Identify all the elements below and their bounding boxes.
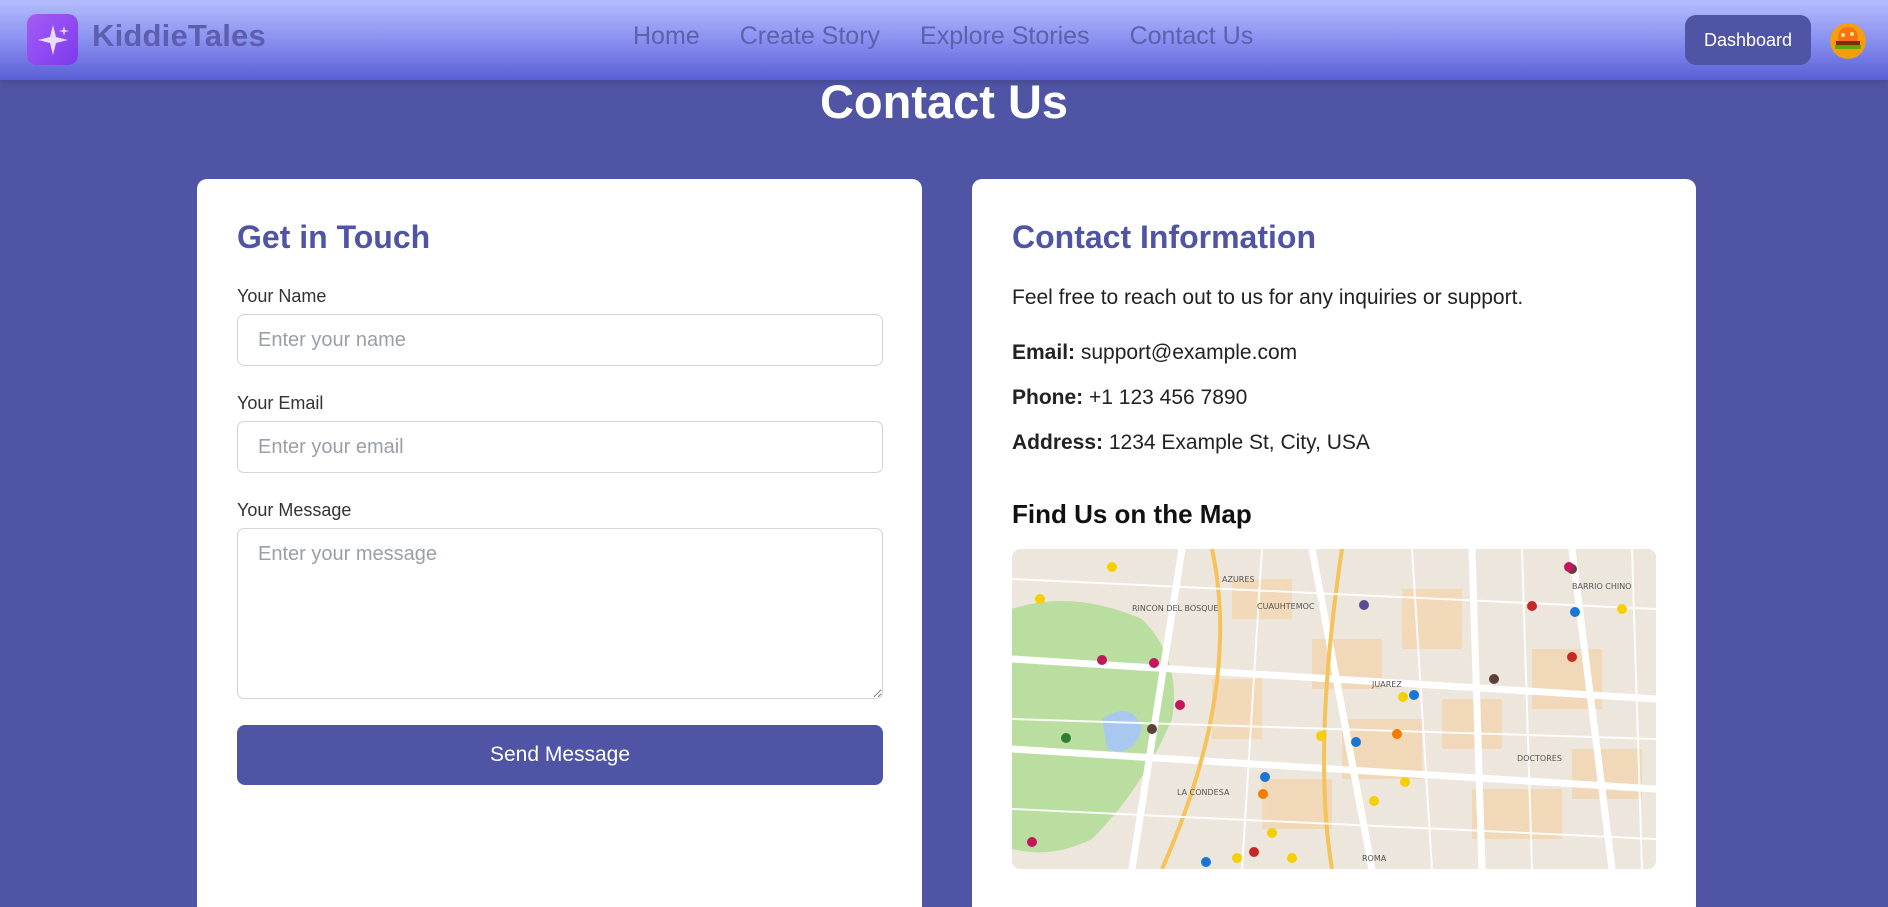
contact-info-card: Contact Information Feel free to reach o… bbox=[972, 179, 1696, 907]
dashboard-button[interactable]: Dashboard bbox=[1685, 15, 1811, 65]
name-input[interactable] bbox=[237, 314, 883, 366]
map-label: LA CONDESA bbox=[1177, 788, 1230, 797]
logo[interactable] bbox=[27, 14, 78, 65]
info-heading: Contact Information bbox=[1012, 219, 1316, 255]
sparkle-icon bbox=[37, 24, 69, 55]
map-label: AZURES bbox=[1222, 575, 1255, 584]
avatar-image bbox=[1830, 23, 1866, 59]
map-label: BARRIO CHINO bbox=[1572, 582, 1632, 591]
nav-contact-us[interactable]: Contact Us bbox=[1130, 22, 1254, 51]
contact-form-card: Get in Touch Your Name Your Email Your M… bbox=[197, 179, 922, 907]
form-heading: Get in Touch bbox=[237, 219, 431, 255]
map-label: CUAUHTEMOC bbox=[1257, 602, 1315, 611]
email-label: Email: bbox=[1012, 341, 1076, 364]
page-title: Contact Us bbox=[819, 75, 1069, 128]
map-label: DOCTORES bbox=[1517, 754, 1562, 763]
map-label: ROMA bbox=[1362, 854, 1387, 863]
phone-label: Phone: bbox=[1012, 386, 1084, 409]
map-label: JUAREZ bbox=[1371, 680, 1402, 689]
address-value: 1234 Example St, City, USA bbox=[1108, 431, 1370, 454]
send-message-button[interactable]: Send Message bbox=[237, 725, 883, 785]
location-map[interactable]: RINCON DEL BOSQUE CUAUHTEMOC JUAREZ LA C… bbox=[1012, 549, 1656, 869]
top-navbar: KiddieTales Home Create Story Explore St… bbox=[0, 0, 1888, 80]
name-label: Your Name bbox=[237, 286, 327, 306]
message-textarea[interactable] bbox=[237, 528, 883, 699]
nav-home[interactable]: Home bbox=[633, 22, 700, 51]
info-address: Address: 1234 Example St, City, USA bbox=[1012, 431, 1370, 455]
message-label: Your Message bbox=[237, 500, 352, 520]
map-image: RINCON DEL BOSQUE CUAUHTEMOC JUAREZ LA C… bbox=[1012, 549, 1656, 869]
info-email: Email: support@example.com bbox=[1012, 341, 1297, 365]
nav-create-story[interactable]: Create Story bbox=[740, 22, 880, 51]
avatar[interactable] bbox=[1830, 23, 1866, 59]
email-input[interactable] bbox=[237, 421, 883, 473]
email-value[interactable]: support@example.com bbox=[1081, 341, 1297, 364]
main-nav: Home Create Story Explore Stories Contac… bbox=[633, 22, 1253, 51]
map-label: RINCON DEL BOSQUE bbox=[1132, 604, 1218, 613]
brand-name[interactable]: KiddieTales bbox=[92, 18, 266, 54]
info-phone: Phone: +1 123 456 7890 bbox=[1012, 386, 1247, 410]
info-intro: Feel free to reach out to us for any inq… bbox=[1012, 286, 1524, 309]
map-heading: Find Us on the Map bbox=[1012, 499, 1252, 529]
nav-explore-stories[interactable]: Explore Stories bbox=[920, 22, 1090, 51]
phone-value[interactable]: +1 123 456 7890 bbox=[1089, 386, 1247, 409]
address-label: Address: bbox=[1012, 431, 1104, 454]
email-label: Your Email bbox=[237, 393, 324, 413]
